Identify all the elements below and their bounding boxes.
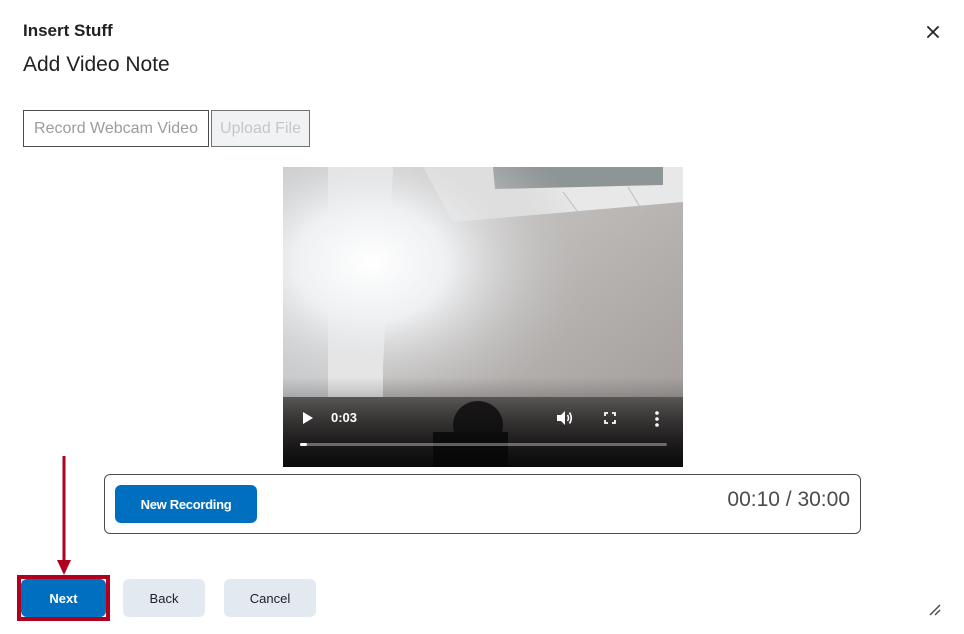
video-progress-fill	[300, 443, 308, 446]
dialog-title: Insert Stuff	[23, 21, 113, 40]
fullscreen-icon[interactable]	[604, 412, 616, 424]
recording-timer: 00:10 / 30:00	[727, 488, 850, 511]
resize-handle-icon[interactable]	[929, 604, 941, 616]
video-progress-bar[interactable]	[300, 443, 667, 446]
play-icon[interactable]	[302, 411, 314, 425]
tab-upload-file: Upload File	[211, 110, 310, 147]
video-current-time: 0:03	[331, 410, 358, 425]
close-button[interactable]	[921, 20, 945, 44]
next-button[interactable]: Next	[21, 579, 106, 617]
new-recording-button[interactable]: New Recording	[115, 485, 257, 523]
close-icon	[927, 26, 939, 38]
back-button[interactable]: Back	[123, 579, 205, 617]
page-heading: Add Video Note	[23, 53, 170, 76]
cancel-button[interactable]: Cancel	[224, 579, 316, 617]
video-player[interactable]: 0:03	[283, 167, 683, 467]
recorder-bar: New Recording 00:10 / 30:00	[104, 474, 861, 534]
annotation-arrow	[57, 456, 71, 575]
tab-record-webcam-video[interactable]: Record Webcam Video	[23, 110, 209, 147]
more-options-icon[interactable]	[654, 410, 660, 428]
volume-icon[interactable]	[555, 409, 573, 427]
